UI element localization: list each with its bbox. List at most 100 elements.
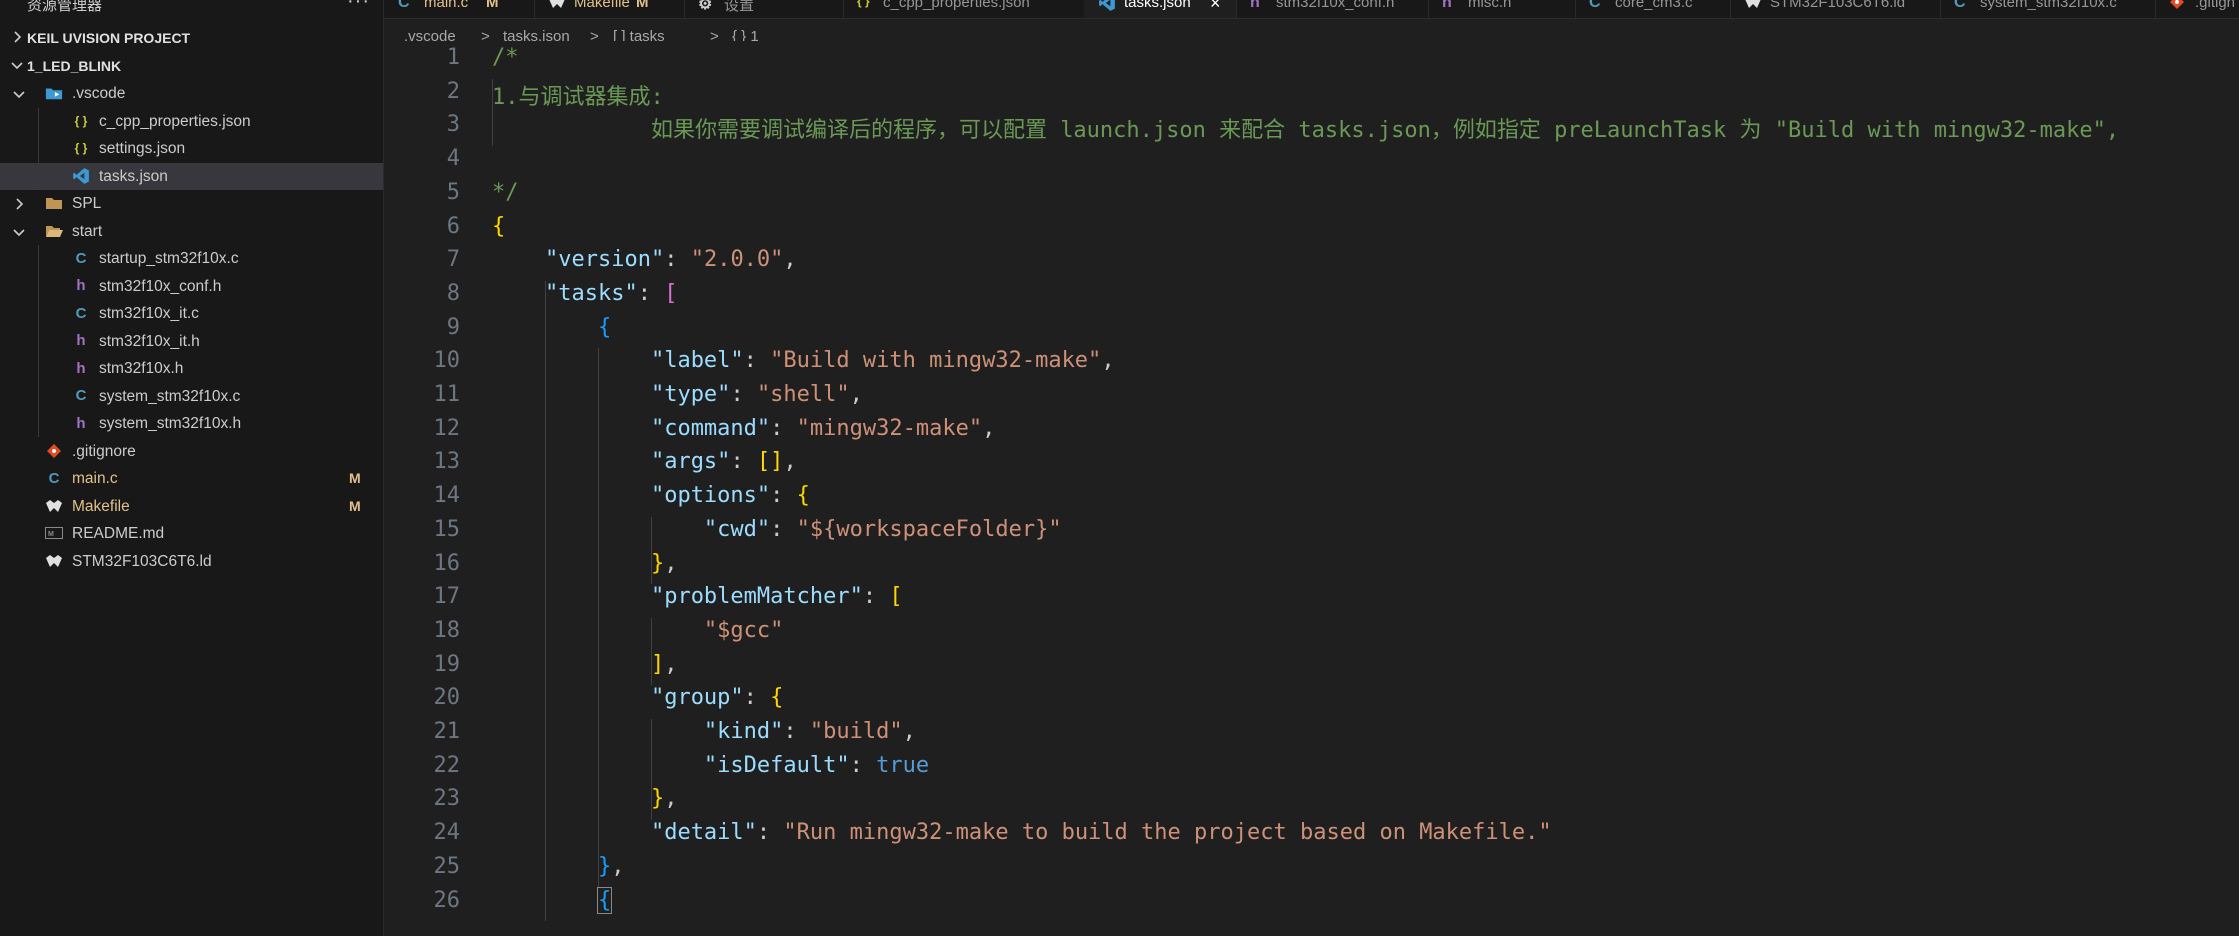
tab-label: c_cpp_properties.json — [883, 0, 1030, 11]
json-icon: { } — [857, 0, 870, 8]
json-icon: { } — [74, 141, 88, 155]
code-line[interactable]: "group": { — [492, 685, 783, 710]
tab-label: STM32F103C6T6.ld — [1770, 0, 1906, 11]
tree-item[interactable]: Cstm32f10x_it.c — [0, 300, 383, 328]
code-editor[interactable]: 1 /* 2 1.与调试器集成: 3 如果你需要调试编译后的程序，可以配置 launch… — [384, 41, 2239, 936]
c-file-icon: C — [48, 469, 60, 487]
code-line[interactable]: */ — [492, 180, 519, 205]
tree-item[interactable]: SPL — [0, 190, 383, 218]
code-line[interactable]: "detail": "Run mingw32-make to build the… — [492, 820, 1552, 845]
tree-item-label: README.md — [72, 525, 165, 542]
code-line[interactable]: }, — [492, 854, 625, 879]
tree-item-label: settings.json — [99, 140, 186, 157]
indent-guide — [651, 617, 652, 686]
line-number: 13 — [433, 449, 461, 475]
tab-c-cpp-properties-json[interactable]: { } c_cpp_properties.json — [843, 0, 1085, 18]
line-number: 14 — [433, 483, 461, 509]
tree-item[interactable]: tasks.json — [0, 162, 383, 190]
code-token: } — [650, 786, 665, 812]
tab-core-cm3-c[interactable]: Ccore_cm3.c — [1575, 0, 1731, 18]
code-line[interactable]: "args": [], — [492, 449, 797, 474]
line-number: 19 — [433, 651, 461, 677]
code-line[interactable]: "version": "2.0.0", — [492, 247, 797, 272]
tree-item[interactable]: start — [0, 218, 383, 246]
code-line[interactable]: "command": "mingw32-make", — [492, 416, 995, 441]
code-line[interactable]: 如果你需要调试编译后的程序，可以配置 launch.json 来配合 tasks… — [492, 112, 2119, 144]
code-line[interactable]: }, — [492, 786, 678, 812]
chevron-right-icon[interactable] — [11, 196, 27, 212]
section-keil-uvision-project[interactable]: KEIL UVISION PROJECT — [0, 24, 383, 51]
code-line[interactable]: "problemMatcher": [ — [492, 584, 903, 609]
tree-item[interactable]: Csystem_stm32f10x.c — [0, 383, 383, 411]
code-line[interactable]: "cwd": "${workspaceFolder}" — [492, 517, 1062, 542]
modified-indicator: M — [486, 0, 499, 11]
tab-label: Makefile — [574, 0, 630, 11]
tree-item[interactable]: Cmain.c M — [0, 465, 383, 493]
code-line[interactable]: /* — [492, 45, 519, 70]
tab-main-c[interactable]: Cmain.c M — [384, 0, 535, 18]
code-line[interactable]: "$gcc" — [492, 618, 783, 643]
code-token: : — [730, 382, 757, 407]
h-file-icon: h — [1442, 0, 1452, 11]
c-file-icon: C — [398, 0, 410, 11]
code-token: "shell" — [756, 382, 850, 407]
tree-item-label: .gitignore — [72, 442, 136, 460]
tree-item-label: stm32f10x.h — [99, 360, 184, 377]
tree-item[interactable]: M README.md — [0, 520, 383, 548]
code-line[interactable]: "kind": "build", — [492, 719, 916, 744]
code-line[interactable]: "tasks": [ — [492, 281, 677, 306]
chevron-down-icon[interactable] — [11, 86, 27, 102]
chevron-down-icon[interactable] — [11, 224, 27, 240]
code-line[interactable]: "type": "shell", — [492, 382, 863, 407]
tree-item[interactable]: { } c_cpp_properties.json — [0, 108, 383, 136]
code-line[interactable]: "isDefault": true — [492, 753, 929, 778]
code-line[interactable]: { — [492, 214, 505, 239]
code-line[interactable]: ], — [492, 652, 678, 677]
h-file-icon: h — [76, 277, 86, 294]
tree-item[interactable]: Makefile M — [0, 493, 383, 521]
close-icon[interactable]: × — [1210, 0, 1221, 14]
json-icon: { } — [74, 113, 88, 128]
chevron-right-icon — [14, 31, 22, 43]
tree-item[interactable]: STM32F103C6T6.ld — [0, 548, 383, 576]
tree-item[interactable]: .gitignore — [0, 438, 383, 466]
line-number: 4 — [446, 146, 460, 172]
code-line[interactable]: 1.与调试器集成: — [492, 79, 664, 111]
code-token: /* — [492, 45, 519, 70]
code-token: "mingw32-make" — [796, 415, 983, 441]
more-actions-icon[interactable]: ··· — [347, 0, 370, 13]
tree-item[interactable]: h stm32f10x_it.h — [0, 328, 383, 356]
tab-gitign[interactable]: .gitign — [2155, 0, 2239, 18]
tree-item[interactable]: h stm32f10x.h — [0, 355, 383, 383]
code-token: } — [650, 550, 665, 576]
code-token: "Build with mingw32-make" — [770, 348, 1102, 374]
line-number: 15 — [433, 516, 461, 542]
tree-item[interactable]: .vscode — [0, 80, 383, 108]
code-token: "kind" — [703, 719, 784, 744]
code-line[interactable]: { — [492, 886, 613, 914]
line-number: 21 — [433, 719, 461, 744]
tree-item[interactable]: { } settings.json — [0, 135, 383, 163]
tab-label: misc.h — [1468, 0, 1512, 11]
code-token: "Run mingw32-make to build the project b… — [783, 820, 1552, 846]
section-1-led-blink[interactable]: 1_LED_BLINK — [0, 52, 383, 79]
code-line[interactable]: { — [492, 315, 611, 340]
tab-label: 设置 — [724, 0, 755, 14]
tree-item[interactable]: Cstartup_stm32f10x.c — [0, 245, 383, 273]
tree-item[interactable]: h system_stm32f10x.h — [0, 410, 383, 438]
tab-system-stm32f10x-c[interactable]: Csystem_stm32f10x.c — [1940, 0, 2156, 18]
code-line[interactable]: "options": { — [492, 483, 810, 508]
tab-makefile[interactable]: Makefile M — [534, 0, 685, 18]
tab-stm32f103c6t6-ld[interactable]: STM32F103C6T6.ld — [1730, 0, 1941, 18]
tab-[interactable]: ⚙ 设置 — [684, 0, 844, 18]
tab-misc-h[interactable]: h misc.h — [1428, 0, 1576, 18]
tree-item[interactable]: h stm32f10x_conf.h — [0, 273, 383, 301]
tab-stm32f10x-conf-h[interactable]: h stm32f10x_conf.h — [1236, 0, 1429, 18]
explorer-title: 资源管理器 — [27, 0, 103, 14]
tab-tasks-json[interactable]: tasks.json × — [1084, 0, 1237, 18]
code-line[interactable]: "label": "Build with mingw32-make", — [492, 348, 1115, 373]
code-line[interactable]: }, — [492, 550, 678, 576]
